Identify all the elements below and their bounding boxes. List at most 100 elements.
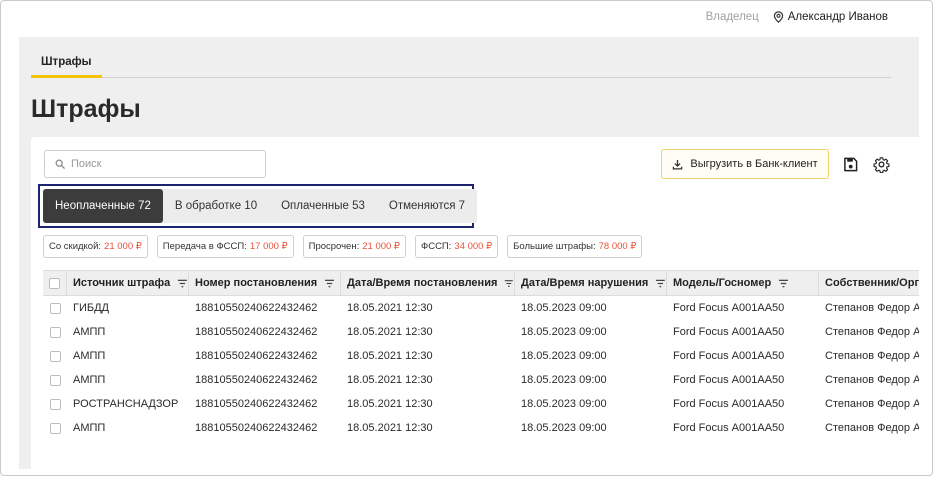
table-row[interactable]: АМПП 18810550240622432462 18.05.2021 12:…	[43, 320, 919, 344]
nav-tabs: Штрафы	[31, 55, 891, 78]
column-header-owner: Собственник/Органи	[819, 271, 919, 295]
user-menu[interactable]: Александр Иванов	[773, 11, 888, 23]
cell-resolution-number: 18810550240622432462	[195, 326, 318, 338]
chip-amount: 21 000 ₽	[104, 241, 142, 252]
cell-owner: Степанов Федор А.	[825, 422, 919, 434]
top-bar: Владелец Александр Иванов	[706, 11, 888, 23]
cell-model-plate: Ford Focus А001АА50	[673, 398, 785, 410]
row-checkbox[interactable]	[49, 374, 61, 386]
role-label[interactable]: Владелец	[706, 11, 759, 23]
cell-violation-date: 18.05.2023 09:00	[521, 398, 607, 410]
column-header-model-plate: Модель/Госномер	[667, 271, 819, 295]
column-title: Модель/Госномер	[673, 277, 772, 289]
cell-resolution-date: 18.05.2021 12:30	[347, 326, 433, 338]
column-title: Дата/Время постановления	[347, 277, 498, 289]
cell-resolution-number: 18810550240622432462	[195, 374, 318, 386]
chip-overdue[interactable]: Просрочен: 21 000 ₽	[302, 235, 406, 258]
filter-icon[interactable]	[177, 279, 188, 288]
save-icon	[843, 157, 857, 171]
cell-model-plate: Ford Focus А001АА50	[673, 422, 785, 434]
cell-resolution-number: 18810550240622432462	[195, 350, 318, 362]
filter-icon[interactable]	[324, 279, 335, 288]
cell-owner: Степанов Федор А.	[825, 326, 919, 338]
table-row[interactable]: АМПП 18810550240622432462 18.05.2021 12:…	[43, 368, 919, 392]
search-input[interactable]	[69, 157, 253, 171]
cell-source: АМПП	[73, 350, 106, 362]
location-pin-icon	[773, 11, 783, 23]
table-row[interactable]: ГИБДД 18810550240622432462 18.05.2021 12…	[43, 296, 919, 320]
status-tab-unpaid[interactable]: Неоплаченные 72	[43, 189, 163, 223]
cell-violation-date: 18.05.2023 09:00	[521, 374, 607, 386]
cell-model-plate: Ford Focus А001АА50	[673, 350, 785, 362]
filter-icon[interactable]	[655, 279, 666, 288]
column-title: Собственник/Органи	[825, 277, 919, 289]
cell-source: ГИБДД	[73, 302, 109, 314]
chip-label: ФССП:	[420, 241, 452, 252]
search-box[interactable]	[44, 150, 266, 178]
cell-source: АМПП	[73, 326, 106, 338]
table-row[interactable]: АМПП 18810550240622432462 18.05.2021 12:…	[43, 416, 919, 440]
cell-resolution-number: 18810550240622432462	[195, 302, 318, 314]
chip-discount[interactable]: Со скидкой: 21 000 ₽	[43, 235, 148, 258]
column-header-resolution-number: Номер постановления	[189, 271, 341, 295]
chip-large-fines[interactable]: Большие штрафы: 78 000 ₽	[507, 235, 643, 258]
column-title: Дата/Время нарушения	[521, 277, 649, 289]
row-checkbox[interactable]	[49, 326, 61, 338]
cell-source: АМПП	[73, 422, 106, 434]
filter-icon[interactable]	[504, 279, 514, 288]
cell-owner: Степанов Федор А.	[825, 350, 919, 362]
column-header-violation-date: Дата/Время нарушения	[515, 271, 667, 295]
row-checkbox[interactable]	[49, 302, 61, 314]
status-tab-cancelling[interactable]: Отменяются 7	[377, 189, 477, 223]
cell-owner: Степанов Федор А.	[825, 302, 919, 314]
tab-fines[interactable]: Штрафы	[31, 55, 102, 78]
download-icon	[673, 159, 683, 170]
cell-resolution-date: 18.05.2021 12:30	[347, 350, 433, 362]
column-title: Источник штрафа	[73, 277, 171, 289]
filter-icon[interactable]	[778, 279, 789, 288]
row-checkbox[interactable]	[49, 398, 61, 410]
chip-fssp[interactable]: ФССП: 34 000 ₽	[414, 235, 499, 258]
chip-fssp-transfer[interactable]: Передача в ФССП: 17 000 ₽	[156, 235, 294, 258]
export-button-label: Выгрузить в Банк-клиент	[690, 158, 818, 170]
row-select-cell	[43, 350, 67, 362]
cell-resolution-date: 18.05.2021 12:30	[347, 422, 433, 434]
row-checkbox[interactable]	[49, 422, 61, 434]
chip-label: Большие штрафы:	[513, 241, 596, 252]
export-bank-client-button[interactable]: Выгрузить в Банк-клиент	[661, 149, 829, 179]
row-select-cell	[43, 326, 67, 338]
table-row[interactable]: РОСТРАНСНАДЗОР 18810550240622432462 18.0…	[43, 392, 919, 416]
chip-amount: 34 000 ₽	[454, 241, 493, 252]
app-window: Владелец Александр Иванов Штрафы Штрафы	[0, 0, 933, 476]
row-select-cell	[43, 398, 67, 410]
user-name: Александр Иванов	[787, 11, 888, 23]
save-button[interactable]	[841, 155, 859, 173]
cell-resolution-number: 18810550240622432462	[195, 398, 318, 410]
chip-label: Передача в ФССП:	[162, 241, 247, 252]
settings-button[interactable]	[872, 155, 890, 173]
fines-table: Источник штрафа Номер постановления Дата…	[43, 270, 919, 440]
row-checkbox[interactable]	[49, 350, 61, 362]
summary-chips: Со скидкой: 21 000 ₽ Передача в ФССП: 17…	[43, 235, 651, 258]
gear-icon	[872, 156, 890, 173]
column-title: Номер постановления	[195, 277, 318, 289]
chip-amount: 21 000 ₽	[362, 241, 400, 252]
table-row[interactable]: АМПП 18810550240622432462 18.05.2021 12:…	[43, 344, 919, 368]
cell-violation-date: 18.05.2023 09:00	[521, 326, 607, 338]
status-tab-paid[interactable]: Оплаченные 53	[269, 189, 377, 223]
status-tab-processing[interactable]: В обработке 10	[163, 189, 269, 223]
cell-source: АМПП	[73, 374, 106, 386]
cell-violation-date: 18.05.2023 09:00	[521, 302, 607, 314]
chip-label: Просрочен:	[308, 241, 360, 252]
status-tabs: Неоплаченные 72 В обработке 10 Оплаченны…	[43, 189, 478, 223]
cell-source: РОСТРАНСНАДЗОР	[73, 398, 179, 410]
cell-model-plate: Ford Focus А001АА50	[673, 302, 785, 314]
cell-owner: Степанов Федор А.	[825, 398, 919, 410]
chip-amount: 17 000 ₽	[249, 241, 288, 252]
table-header: Источник штрафа Номер постановления Дата…	[43, 270, 919, 296]
cell-resolution-date: 18.05.2021 12:30	[347, 398, 433, 410]
select-all-checkbox[interactable]	[49, 277, 60, 289]
chip-amount: 78 000 ₽	[598, 241, 637, 252]
chip-label: Со скидкой:	[49, 241, 102, 252]
cell-violation-date: 18.05.2023 09:00	[521, 422, 607, 434]
